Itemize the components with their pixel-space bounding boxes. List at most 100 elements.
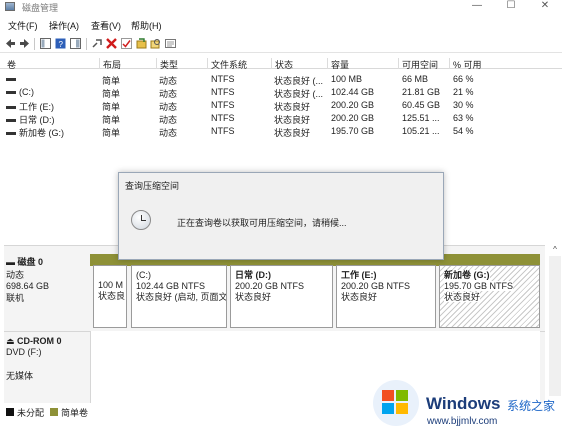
partition-status: 状态良 xyxy=(98,291,126,301)
partition-status: 状态良好 xyxy=(341,292,378,302)
free-space-cell: 105.21 ... xyxy=(402,126,440,136)
status-cell: 状态良好 xyxy=(274,128,311,138)
volume-name-cell xyxy=(6,74,98,84)
partition-e[interactable]: 工作 (E:) 200.20 GB NTFS 状态良好 xyxy=(336,265,436,328)
legend-label-unallocated: 未分配 xyxy=(17,408,45,418)
disk-management-icon xyxy=(5,2,15,11)
partition-status: 状态良好 xyxy=(444,292,481,302)
title-bar: 磁盘管理 — ☐ ✕ xyxy=(0,0,562,14)
menu-action[interactable]: 操作(A) xyxy=(49,19,79,32)
table-row[interactable]: 工作 (E:) 简单 动态 NTFS 状态良好 200.20 GB 60.45 … xyxy=(0,99,562,112)
column-header-percent-free[interactable]: % 可用 xyxy=(449,58,482,70)
table-row[interactable]: 简单 动态 NTFS 状态良好 (... 100 MB 66 MB 66 % xyxy=(0,73,562,86)
volume-icon xyxy=(6,106,16,110)
cdrom-0-media: 无媒体 xyxy=(6,371,34,381)
legend-label-simple: 简单卷 xyxy=(61,408,89,418)
volume-icon xyxy=(6,132,16,136)
capacity-cell: 102.44 GB xyxy=(331,87,375,97)
partition-size: 200.20 GB NTFS xyxy=(235,281,305,291)
clock-icon xyxy=(131,210,151,230)
cdrom-0-label[interactable]: ⏏ CD-ROM 0 DVD (F:) 无媒体 xyxy=(6,336,90,382)
toolbar-separator xyxy=(86,38,87,50)
toolbar: ? xyxy=(0,35,562,53)
menu-view[interactable]: 查看(V) xyxy=(91,19,121,32)
capacity-cell: 100 MB xyxy=(331,74,363,84)
legend-swatch-simple xyxy=(50,408,58,416)
watermark-brand: Windows xyxy=(426,394,501,413)
percent-free-cell: 30 % xyxy=(453,100,474,110)
partition-label: 日常 (D:) xyxy=(235,270,271,280)
forward-arrow-icon[interactable] xyxy=(19,38,30,49)
watermark-url: www.bjjmlv.com xyxy=(427,416,498,427)
partition-size: 102.44 GB NTFS xyxy=(136,281,206,291)
legend-swatch-unallocated xyxy=(6,408,14,416)
menu-help[interactable]: 帮助(H) xyxy=(131,19,162,32)
close-button[interactable]: ✕ xyxy=(530,0,560,14)
partition-size: 195.70 GB NTFS xyxy=(444,281,514,291)
toolbar-separator xyxy=(34,38,35,50)
optical-drive-icon: ⏏ xyxy=(6,336,15,346)
show-hide-tree-icon[interactable] xyxy=(40,38,51,49)
svg-text:?: ? xyxy=(59,40,64,49)
maximize-button[interactable]: ☐ xyxy=(496,0,526,14)
table-row[interactable]: 日常 (D:) 简单 动态 NTFS 状态良好 200.20 GB 125.51… xyxy=(0,112,562,125)
disk-0-state: 联机 xyxy=(6,293,25,303)
partition-label: 工作 (E:) xyxy=(341,270,377,280)
partition-label: 新加卷 (G:) xyxy=(444,270,490,281)
partition-status: 状态良好 xyxy=(235,292,272,302)
volume-icon xyxy=(6,91,16,95)
menu-file[interactable]: 文件(F) xyxy=(8,19,38,32)
volume-icon xyxy=(6,119,16,123)
volume-name-cell: (C:) xyxy=(6,87,98,97)
partition-size: 200.20 GB NTFS xyxy=(341,281,411,291)
back-arrow-icon[interactable] xyxy=(5,38,16,49)
column-header-capacity[interactable]: 容量 xyxy=(327,58,349,70)
table-row[interactable]: 新加卷 (G:) 简单 动态 NTFS 状态良好 195.70 GB 105.2… xyxy=(0,125,562,139)
filesystem-cell: NTFS xyxy=(211,126,235,136)
filesystem-cell: NTFS xyxy=(211,100,235,110)
delete-icon[interactable] xyxy=(106,38,117,49)
free-space-cell: 21.81 GB xyxy=(402,87,441,97)
free-space-cell: 125.51 ... xyxy=(402,113,440,123)
partition-system-reserved[interactable]: 100 M 状态良 xyxy=(93,265,127,328)
minimize-button[interactable]: — xyxy=(462,0,492,14)
partition-d[interactable]: 日常 (D:) 200.20 GB NTFS 状态良好 xyxy=(230,265,333,328)
watermark-logo: Windows 系统之家 www.bjjmlv.com xyxy=(373,378,562,436)
capacity-cell: 200.20 GB xyxy=(331,113,375,123)
partition-g[interactable]: 新加卷 (G:) 195.70 GB NTFS 状态良好 xyxy=(439,265,540,328)
disk-0-title: 磁盘 0 xyxy=(17,257,44,267)
list-view-icon[interactable] xyxy=(165,38,176,49)
connect-icon[interactable] xyxy=(92,38,103,49)
import-icon[interactable] xyxy=(136,38,147,49)
volume-name-cell: 新加卷 (G:) xyxy=(6,126,98,139)
percent-free-cell: 54 % xyxy=(453,126,474,136)
partition-size: 100 M xyxy=(98,280,124,290)
menu-bar: 文件(F) 操作(A) 查看(V) 帮助(H) xyxy=(0,17,562,31)
column-header-volume[interactable]: 卷 xyxy=(4,58,16,70)
check-icon[interactable] xyxy=(121,38,132,49)
column-header-free[interactable]: 可用空间 xyxy=(398,58,438,70)
percent-free-cell: 21 % xyxy=(453,87,474,97)
watermark-site: 系统之家 xyxy=(507,399,556,413)
partition-status: 状态良好 (启动, 页面文 xyxy=(136,292,226,302)
properties-icon[interactable]: ? xyxy=(55,38,66,49)
dialog-title: 查询压缩空间 xyxy=(125,181,180,191)
windows-logo-icon xyxy=(382,390,410,416)
query-shrink-dialog: 查询压缩空间 正在查询卷以获取可用压缩空间，请稍候... xyxy=(118,172,444,260)
partition-c[interactable]: (C:) 102.44 GB NTFS 状态良好 (启动, 页面文 xyxy=(131,265,227,328)
help-pane-icon[interactable] xyxy=(70,38,81,49)
vertical-scrollbar[interactable] xyxy=(549,256,561,396)
column-header-filesystem[interactable]: 文件系统 xyxy=(207,58,247,70)
column-header-type[interactable]: 类型 xyxy=(156,58,178,70)
filesystem-cell: NTFS xyxy=(211,113,235,123)
disk-0-type: 动态 xyxy=(6,270,25,280)
column-header-status[interactable]: 状态 xyxy=(271,58,293,70)
table-row[interactable]: (C:) 简单 动态 NTFS 状态良好 (... 102.44 GB 21.8… xyxy=(0,86,562,99)
cdrom-0-title: CD-ROM 0 xyxy=(17,336,62,346)
filesystem-cell: NTFS xyxy=(211,87,235,97)
disk-0-label[interactable]: ▬ 磁盘 0 动态 698.64 GB 联机 xyxy=(6,255,90,304)
percent-free-cell: 66 % xyxy=(453,74,474,84)
column-header-layout[interactable]: 布局 xyxy=(99,58,121,70)
scroll-up-icon[interactable]: ^ xyxy=(549,245,561,255)
search-disk-icon[interactable] xyxy=(150,38,161,49)
